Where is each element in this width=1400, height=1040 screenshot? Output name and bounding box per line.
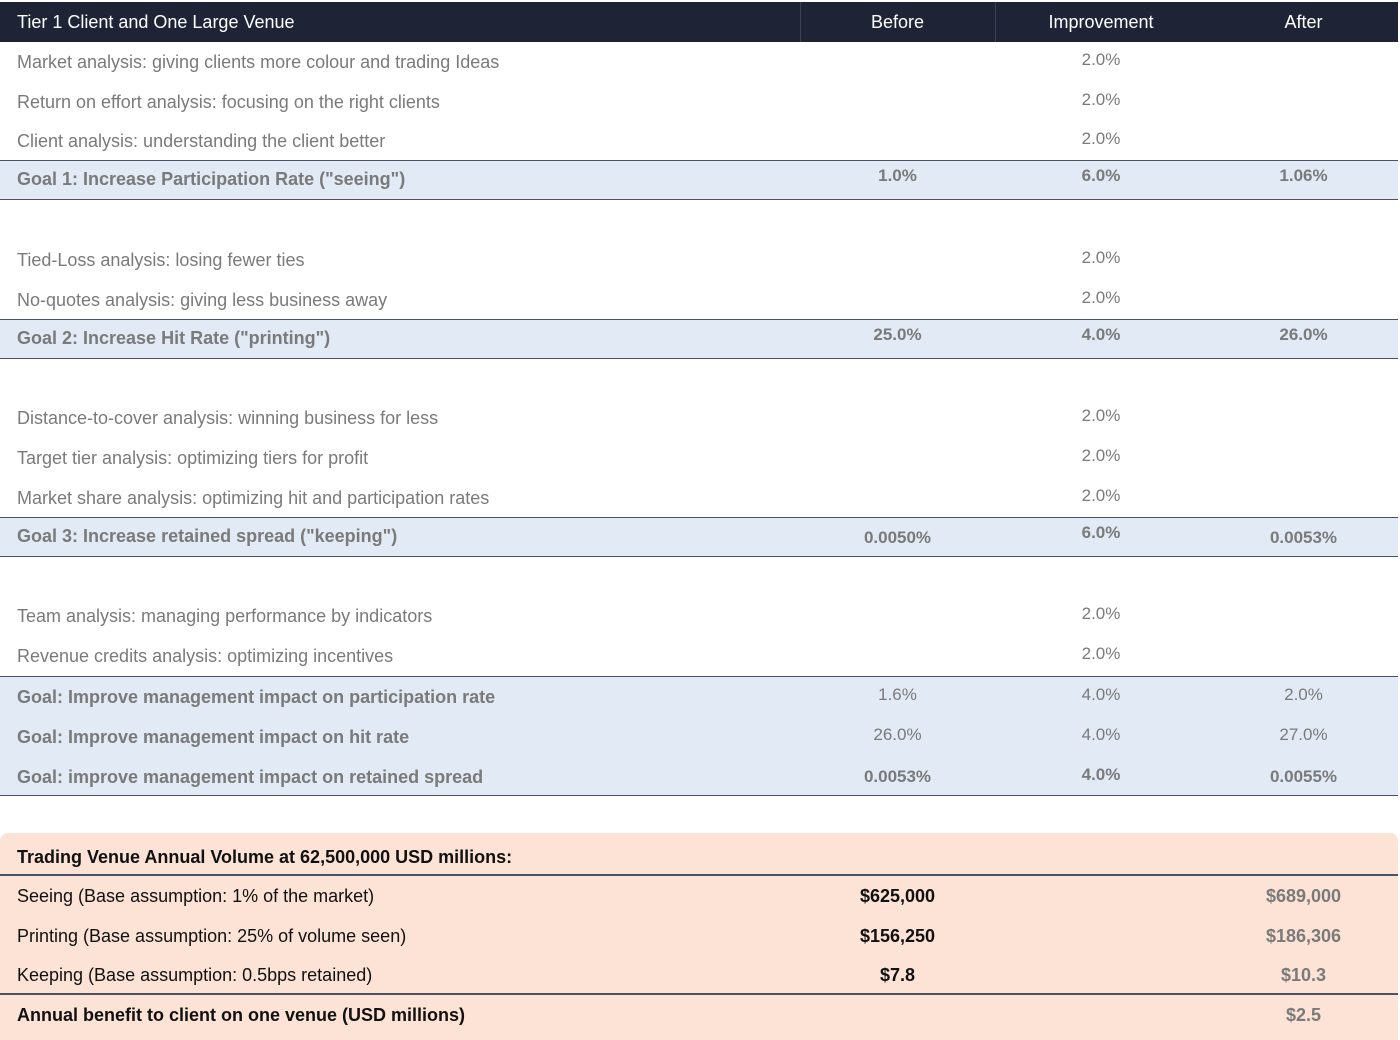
summary-row: Printing (Base assumption: 25% of volume…	[0, 916, 1398, 956]
summary-label: Printing (Base assumption: 25% of volume…	[17, 926, 407, 946]
table-row: Distance-to-cover analysis: winning busi…	[0, 398, 1398, 438]
benefit-value: $2.5	[1285, 1005, 1322, 1025]
before-value: 1.6%	[878, 685, 917, 704]
table-row: Market share analysis: optimizing hit an…	[0, 478, 1398, 518]
column-header-after: After	[1284, 12, 1323, 32]
table-row: Target tier analysis: optimizing tiers f…	[0, 438, 1398, 478]
summary-row: Keeping (Base assumption: 0.5bps retaine…	[0, 955, 1398, 995]
row-label: Return on effort analysis: focusing on t…	[17, 92, 440, 112]
table-row: Tied-Loss analysis: losing fewer ties 2.…	[0, 240, 1398, 280]
improvement-value: 2.0%	[1081, 644, 1121, 663]
row-label: Market share analysis: optimizing hit an…	[17, 488, 490, 508]
row-label: No-quotes analysis: giving less business…	[17, 290, 388, 310]
goal-row: Goal: improve management impact on retai…	[0, 757, 1398, 797]
improvement-value: 2.0%	[1081, 604, 1121, 623]
improvement-value: 4.0%	[1081, 725, 1121, 744]
benefit-row: Annual benefit to client on one venue (U…	[0, 995, 1398, 1035]
goal-row: Goal 1: Increase Participation Rate ("se…	[0, 160, 1398, 200]
after-value: $689,000	[1265, 886, 1342, 906]
after-value: 1.06%	[1279, 166, 1328, 185]
goal-label: Goal: Improve management impact on parti…	[17, 687, 496, 707]
row-label: Revenue credits analysis: optimizing inc…	[17, 646, 394, 666]
before-value: 0.0053%	[863, 767, 932, 786]
summary-title: Trading Venue Annual Volume at 62,500,00…	[17, 847, 513, 867]
improvement-value: 2.0%	[1081, 90, 1121, 109]
row-label: Target tier analysis: optimizing tiers f…	[17, 448, 369, 468]
goal-label: Goal: Improve management impact on hit r…	[17, 727, 410, 747]
goal-row: Goal 2: Increase Hit Rate ("printing") 2…	[0, 319, 1398, 359]
table-row: Market analysis: giving clients more col…	[0, 42, 1398, 82]
goal-row: Goal: Improve management impact on parti…	[0, 677, 1398, 717]
improvement-value: 4.0%	[1081, 685, 1121, 704]
improvement-value: 6.0%	[1081, 523, 1121, 542]
after-value: $186,306	[1265, 926, 1342, 946]
goal-label: Goal 1: Increase Participation Rate ("se…	[17, 169, 406, 189]
before-value: $7.8	[879, 965, 916, 985]
before-value: 0.0050%	[863, 528, 932, 547]
column-header-improvement: Improvement	[1048, 12, 1154, 32]
goal-row: Goal 3: Increase retained spread ("keepi…	[0, 517, 1398, 557]
row-label: Market analysis: giving clients more col…	[17, 52, 500, 72]
improvement-value: 6.0%	[1081, 166, 1121, 185]
row-label: Distance-to-cover analysis: winning busi…	[17, 408, 439, 428]
improvement-value: 2.0%	[1081, 248, 1121, 267]
before-value: $625,000	[859, 886, 936, 906]
improvement-value: 2.0%	[1081, 406, 1121, 425]
summary-row: Seeing (Base assumption: 1% of the marke…	[0, 876, 1398, 916]
row-label: Client analysis: understanding the clien…	[17, 131, 386, 151]
improvement-value: 4.0%	[1081, 325, 1121, 344]
summary-panel: Trading Venue Annual Volume at 62,500,00…	[0, 833, 1398, 1040]
before-value: $156,250	[859, 926, 936, 946]
before-value: 25.0%	[873, 325, 922, 344]
table-row: Revenue credits analysis: optimizing inc…	[0, 636, 1398, 676]
after-value: $10.3	[1280, 965, 1327, 985]
summary-label: Seeing (Base assumption: 1% of the marke…	[17, 886, 375, 906]
column-header-before: Before	[870, 12, 925, 32]
goal-label: Goal 2: Increase Hit Rate ("printing")	[17, 328, 331, 348]
table-row: Client analysis: understanding the clien…	[0, 121, 1398, 161]
benefit-label: Annual benefit to client on one venue (U…	[17, 1005, 466, 1025]
after-value: 26.0%	[1279, 325, 1328, 344]
row-label: Team analysis: managing performance by i…	[17, 606, 433, 626]
row-label: Tied-Loss analysis: losing fewer ties	[17, 250, 305, 270]
improvement-value: 2.0%	[1081, 446, 1121, 465]
improvement-value: 2.0%	[1081, 50, 1121, 69]
after-value: 2.0%	[1284, 685, 1323, 704]
goal-label: Goal: improve management impact on retai…	[17, 767, 484, 787]
table-row: Return on effort analysis: focusing on t…	[0, 82, 1398, 122]
improvement-value: 2.0%	[1081, 288, 1121, 307]
table-header: Tier 1 Client and One Large Venue Before…	[0, 2, 1398, 42]
after-value: 0.0055%	[1269, 767, 1338, 786]
after-value: 27.0%	[1279, 725, 1328, 744]
management-goals-block: Goal: Improve management impact on parti…	[0, 676, 1398, 796]
summary-label: Keeping (Base assumption: 0.5bps retaine…	[17, 965, 373, 985]
table-row: Team analysis: managing performance by i…	[0, 596, 1398, 636]
improvement-value: 4.0%	[1081, 765, 1121, 784]
goal-row: Goal: Improve management impact on hit r…	[0, 717, 1398, 757]
after-value: 0.0053%	[1269, 528, 1338, 547]
before-value: 1.0%	[878, 166, 917, 185]
table-row: No-quotes analysis: giving less business…	[0, 280, 1398, 320]
goal-label: Goal 3: Increase retained spread ("keepi…	[17, 526, 398, 546]
improvement-value: 2.0%	[1081, 129, 1121, 148]
summary-title-row: Trading Venue Annual Volume at 62,500,00…	[0, 837, 1398, 877]
before-value: 26.0%	[873, 725, 922, 744]
table-title: Tier 1 Client and One Large Venue	[17, 12, 295, 32]
improvement-value: 2.0%	[1081, 486, 1121, 505]
